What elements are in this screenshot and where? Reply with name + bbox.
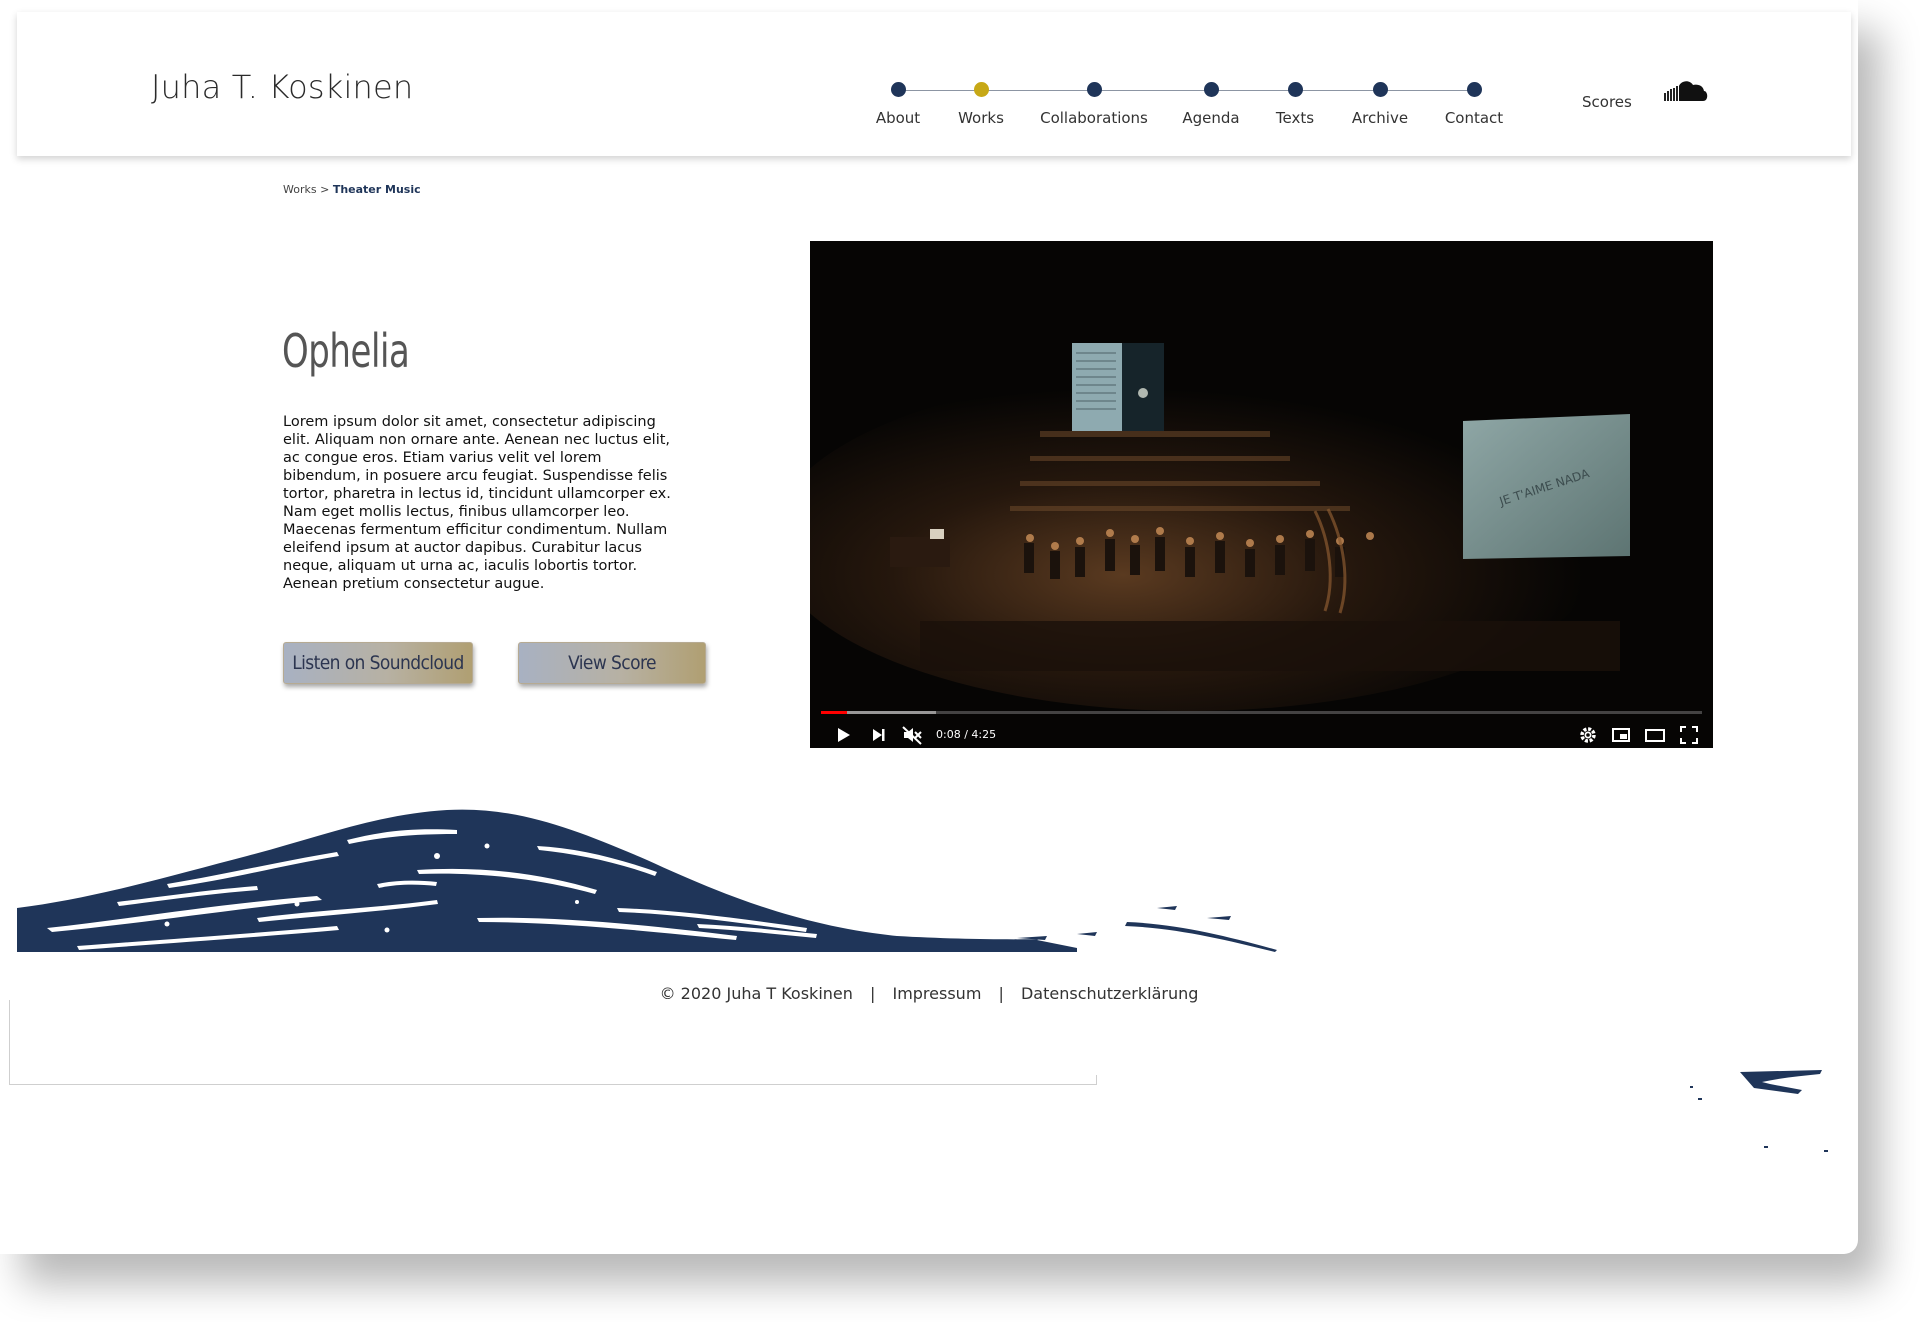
page-card: Juha T. Koskinen About Works Collaborati… [0,0,1858,1254]
video-controls: 0:08 / 4:25 [810,701,1713,748]
nav-dot [1287,82,1303,97]
footer: © 2020 Juha T Koskinen | Impressum | Dat… [0,984,1858,1003]
work-title: Ophelia [282,324,410,378]
progress-track[interactable] [821,711,1702,714]
play-icon[interactable] [832,724,854,746]
theater-mode-icon[interactable] [1644,724,1666,746]
progress-played [821,711,847,714]
settings-icon[interactable] [1577,724,1599,746]
wave-fragment [1690,1070,1828,1152]
video-frame: JE T'AIME NADA [810,241,1713,748]
nav-item-collaborations[interactable]: Collaborations [1029,82,1159,127]
footer-separator: | [869,984,876,1003]
breadcrumb-current: Theater Music [332,183,421,196]
breadcrumb-separator: > [320,183,330,196]
listen-on-soundcloud-button[interactable]: Listen on Soundcloud [283,642,473,684]
scores-link[interactable]: Scores [1582,93,1632,111]
nav-label: Contact [1444,109,1504,127]
nav-label: Works [958,109,1004,127]
mute-icon[interactable] [901,724,923,746]
nav-dot [973,82,989,97]
nav-dot [1372,82,1388,97]
nav-item-works[interactable]: Works [916,82,1046,127]
footer-separator: | [998,984,1004,1003]
nav-dot [1466,82,1482,97]
nav-dot [1086,82,1102,97]
nav-dot [1203,82,1219,97]
video-player[interactable]: JE T'AIME NADA 0:08 / 4:25 [810,241,1713,748]
view-score-button[interactable]: View Score [518,642,706,684]
footer-outline-tick [1096,1075,1097,1085]
nav-timeline: About Works Collaborations Agenda Texts … [17,12,1851,156]
nav-label: Collaborations [1040,109,1148,127]
privacy-link[interactable]: Datenschutzerklärung [1021,984,1198,1003]
time-display: 0:08 / 4:25 [936,728,997,741]
footer-outline [9,1000,1097,1085]
soundcloud-icon[interactable] [1663,79,1709,105]
wave-artwork [17,809,1317,952]
nav-item-contact[interactable]: Contact [1409,82,1539,127]
breadcrumb: Works > Theater Music [283,183,421,196]
fullscreen-icon[interactable] [1678,724,1700,746]
impressum-link[interactable]: Impressum [892,984,981,1003]
miniplayer-icon[interactable] [1610,724,1632,746]
next-icon[interactable] [867,724,889,746]
nav-dot [890,82,906,97]
work-description: Lorem ipsum dolor sit amet, consectetur … [283,414,671,592]
breadcrumb-parent[interactable]: Works [283,183,317,196]
site-header: Juha T. Koskinen About Works Collaborati… [17,12,1851,156]
copyright-text: © 2020 Juha T Koskinen [659,984,853,1003]
